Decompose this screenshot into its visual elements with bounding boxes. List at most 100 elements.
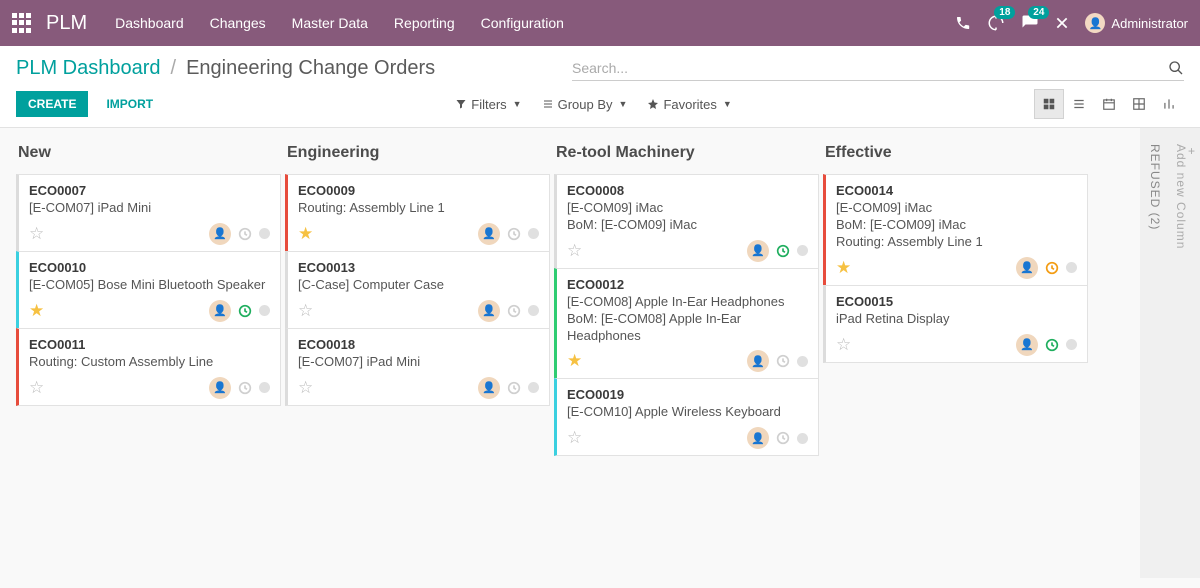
view-graph[interactable] <box>1154 89 1184 119</box>
kanban-card[interactable]: ECO0012[E-COM08] Apple In-Ear Headphones… <box>554 268 819 380</box>
activity-clock-icon[interactable] <box>1044 260 1060 276</box>
kanban-card[interactable]: ECO0009Routing: Assembly Line 1 ★ 👤 <box>285 174 550 252</box>
kanban-card[interactable]: ECO0018[E-COM07] iPad Mini ☆ 👤 <box>285 328 550 406</box>
kanban-card[interactable]: ECO0014[E-COM09] iMacBoM: [E-COM09] iMac… <box>823 174 1088 286</box>
priority-star[interactable]: ★ <box>567 351 582 371</box>
activity-clock-icon[interactable] <box>506 380 522 396</box>
assignee-avatar[interactable]: 👤 <box>478 223 500 245</box>
phone-icon[interactable] <box>955 15 971 31</box>
groupby-label: Group By <box>558 97 613 112</box>
create-button[interactable]: CREATE <box>16 91 88 117</box>
card-id: ECO0009 <box>298 183 539 198</box>
card-id: ECO0015 <box>836 294 1077 309</box>
search-icon[interactable] <box>1168 60 1184 76</box>
assignee-avatar[interactable]: 👤 <box>209 300 231 322</box>
groupby-menu[interactable]: Group By▼ <box>542 97 628 112</box>
state-dot[interactable] <box>1066 262 1077 273</box>
state-dot[interactable] <box>797 245 808 256</box>
assignee-avatar[interactable]: 👤 <box>1016 334 1038 356</box>
column-title[interactable]: Engineering <box>285 140 550 174</box>
activity-clock-icon[interactable] <box>237 303 253 319</box>
nav-reporting[interactable]: Reporting <box>394 15 455 31</box>
activity-clock-icon[interactable] <box>775 243 791 259</box>
view-list[interactable] <box>1064 89 1094 119</box>
favorites-menu[interactable]: Favorites▼ <box>647 97 731 112</box>
kanban-column: EffectiveECO0014[E-COM09] iMacBoM: [E-CO… <box>823 140 1088 578</box>
priority-star[interactable]: ☆ <box>298 301 313 321</box>
assignee-avatar[interactable]: 👤 <box>209 223 231 245</box>
priority-star[interactable]: ★ <box>836 258 851 278</box>
assignee-avatar[interactable]: 👤 <box>478 300 500 322</box>
assignee-avatar[interactable]: 👤 <box>478 377 500 399</box>
view-calendar[interactable] <box>1094 89 1124 119</box>
activity-clock-icon[interactable] <box>1044 337 1060 353</box>
messages-icon[interactable]: 18 <box>987 14 1005 32</box>
state-dot[interactable] <box>797 356 808 367</box>
card-id: ECO0013 <box>298 260 539 275</box>
view-kanban[interactable] <box>1034 89 1064 119</box>
search-input[interactable] <box>572 56 1168 80</box>
priority-star[interactable]: ☆ <box>29 378 44 398</box>
nav-changes[interactable]: Changes <box>210 15 266 31</box>
user-menu[interactable]: 👤 Administrator <box>1085 13 1188 33</box>
brand[interactable]: PLM <box>46 12 87 35</box>
kanban-card[interactable]: ECO0008[E-COM09] iMacBoM: [E-COM09] iMac… <box>554 174 819 269</box>
column-title[interactable]: Re-tool Machinery <box>554 140 819 174</box>
apps-icon[interactable] <box>12 13 32 33</box>
state-dot[interactable] <box>259 305 270 316</box>
assignee-avatar[interactable]: 👤 <box>747 240 769 262</box>
nav-dashboard[interactable]: Dashboard <box>115 15 184 31</box>
state-dot[interactable] <box>259 382 270 393</box>
activity-clock-icon[interactable] <box>506 226 522 242</box>
state-dot[interactable] <box>528 305 539 316</box>
discuss-icon[interactable]: 24 <box>1021 14 1039 32</box>
close-icon[interactable] <box>1055 16 1069 30</box>
card-id: ECO0019 <box>567 387 808 402</box>
nav-master-data[interactable]: Master Data <box>292 15 368 31</box>
activity-clock-icon[interactable] <box>237 226 253 242</box>
activity-clock-icon[interactable] <box>775 353 791 369</box>
add-column[interactable]: +Add new Column <box>1170 128 1200 578</box>
card-line: [E-COM07] iPad Mini <box>298 354 539 371</box>
kanban-card[interactable]: ECO0007[E-COM07] iPad Mini ☆ 👤 <box>16 174 281 252</box>
priority-star[interactable]: ☆ <box>567 428 582 448</box>
priority-star[interactable]: ☆ <box>836 335 851 355</box>
view-pivot[interactable] <box>1124 89 1154 119</box>
kanban-column: Re-tool MachineryECO0008[E-COM09] iMacBo… <box>554 140 819 578</box>
state-dot[interactable] <box>797 433 808 444</box>
kanban-card[interactable]: ECO0011Routing: Custom Assembly Line ☆ 👤 <box>16 328 281 406</box>
priority-star[interactable]: ☆ <box>298 378 313 398</box>
filters-menu[interactable]: Filters▼ <box>455 97 521 112</box>
activity-clock-icon[interactable] <box>237 380 253 396</box>
card-line: [E-COM10] Apple Wireless Keyboard <box>567 404 808 421</box>
state-dot[interactable] <box>1066 339 1077 350</box>
assignee-avatar[interactable]: 👤 <box>747 350 769 372</box>
priority-star[interactable]: ☆ <box>29 224 44 244</box>
kanban-card[interactable]: ECO0013[C-Case] Computer Case ☆ 👤 <box>285 251 550 329</box>
kanban-card[interactable]: ECO0015 iPad Retina Display ☆ 👤 <box>823 285 1088 363</box>
refused-column-folded[interactable]: REFUSED (2) <box>1140 128 1170 578</box>
activity-clock-icon[interactable] <box>775 430 791 446</box>
activity-clock-icon[interactable] <box>506 303 522 319</box>
assignee-avatar[interactable]: 👤 <box>1016 257 1038 279</box>
breadcrumb-root[interactable]: PLM Dashboard <box>16 57 161 80</box>
assignee-avatar[interactable]: 👤 <box>209 377 231 399</box>
priority-star[interactable]: ★ <box>29 301 44 321</box>
card-line: BoM: [E-COM09] iMac <box>567 217 808 234</box>
card-line: Routing: Custom Assembly Line <box>29 354 270 371</box>
column-title[interactable]: Effective <box>823 140 1088 174</box>
priority-star[interactable]: ☆ <box>567 241 582 261</box>
import-link[interactable]: IMPORT <box>106 97 153 111</box>
card-line: iPad Retina Display <box>836 311 1077 328</box>
kanban-card[interactable]: ECO0019 [E-COM10] Apple Wireless Keyboard… <box>554 378 819 456</box>
assignee-avatar[interactable]: 👤 <box>747 427 769 449</box>
card-line: Routing: Assembly Line 1 <box>836 234 1077 251</box>
kanban-card[interactable]: ECO0010[E-COM05] Bose Mini Bluetooth Spe… <box>16 251 281 329</box>
priority-star[interactable]: ★ <box>298 224 313 244</box>
nav-configuration[interactable]: Configuration <box>481 15 564 31</box>
state-dot[interactable] <box>528 228 539 239</box>
state-dot[interactable] <box>528 382 539 393</box>
column-title[interactable]: New <box>16 140 281 174</box>
card-id: ECO0008 <box>567 183 808 198</box>
state-dot[interactable] <box>259 228 270 239</box>
